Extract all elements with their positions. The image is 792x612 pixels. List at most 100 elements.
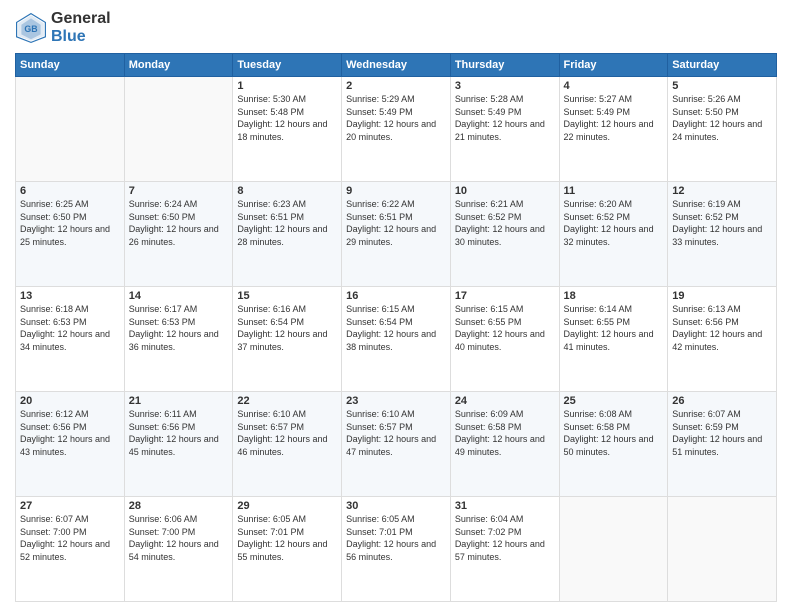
day-number: 2 xyxy=(346,80,446,92)
day-number: 4 xyxy=(564,80,664,92)
calendar-cell: 27Sunrise: 6:07 AM Sunset: 7:00 PM Dayli… xyxy=(16,497,125,602)
calendar-cell: 3Sunrise: 5:28 AM Sunset: 5:49 PM Daylig… xyxy=(450,77,559,182)
cell-info: Sunrise: 6:04 AM Sunset: 7:02 PM Dayligh… xyxy=(455,513,555,563)
day-number: 30 xyxy=(346,500,446,512)
logo-icon: GB xyxy=(15,12,47,44)
day-number: 8 xyxy=(237,185,337,197)
cell-info: Sunrise: 6:10 AM Sunset: 6:57 PM Dayligh… xyxy=(237,408,337,458)
calendar-cell: 28Sunrise: 6:06 AM Sunset: 7:00 PM Dayli… xyxy=(124,497,233,602)
calendar-cell: 20Sunrise: 6:12 AM Sunset: 6:56 PM Dayli… xyxy=(16,392,125,497)
calendar-cell: 7Sunrise: 6:24 AM Sunset: 6:50 PM Daylig… xyxy=(124,182,233,287)
calendar-cell: 10Sunrise: 6:21 AM Sunset: 6:52 PM Dayli… xyxy=(450,182,559,287)
logo: GB General Blue xyxy=(15,10,111,45)
day-number: 13 xyxy=(20,290,120,302)
day-number: 16 xyxy=(346,290,446,302)
cell-info: Sunrise: 6:20 AM Sunset: 6:52 PM Dayligh… xyxy=(564,198,664,248)
calendar-cell: 23Sunrise: 6:10 AM Sunset: 6:57 PM Dayli… xyxy=(342,392,451,497)
svg-text:GB: GB xyxy=(24,24,37,34)
cell-info: Sunrise: 6:13 AM Sunset: 6:56 PM Dayligh… xyxy=(672,303,772,353)
day-number: 23 xyxy=(346,395,446,407)
calendar-cell: 25Sunrise: 6:08 AM Sunset: 6:58 PM Dayli… xyxy=(559,392,668,497)
cell-info: Sunrise: 6:17 AM Sunset: 6:53 PM Dayligh… xyxy=(129,303,229,353)
cell-info: Sunrise: 6:19 AM Sunset: 6:52 PM Dayligh… xyxy=(672,198,772,248)
day-number: 6 xyxy=(20,185,120,197)
calendar-cell: 13Sunrise: 6:18 AM Sunset: 6:53 PM Dayli… xyxy=(16,287,125,392)
cell-info: Sunrise: 6:09 AM Sunset: 6:58 PM Dayligh… xyxy=(455,408,555,458)
cell-info: Sunrise: 6:05 AM Sunset: 7:01 PM Dayligh… xyxy=(346,513,446,563)
day-number: 1 xyxy=(237,80,337,92)
cell-info: Sunrise: 6:23 AM Sunset: 6:51 PM Dayligh… xyxy=(237,198,337,248)
day-number: 20 xyxy=(20,395,120,407)
cell-info: Sunrise: 6:12 AM Sunset: 6:56 PM Dayligh… xyxy=(20,408,120,458)
day-number: 26 xyxy=(672,395,772,407)
cell-info: Sunrise: 6:25 AM Sunset: 6:50 PM Dayligh… xyxy=(20,198,120,248)
day-number: 24 xyxy=(455,395,555,407)
day-number: 21 xyxy=(129,395,229,407)
calendar-day-header: Tuesday xyxy=(233,54,342,77)
day-number: 12 xyxy=(672,185,772,197)
day-number: 11 xyxy=(564,185,664,197)
cell-info: Sunrise: 6:16 AM Sunset: 6:54 PM Dayligh… xyxy=(237,303,337,353)
calendar-cell: 26Sunrise: 6:07 AM Sunset: 6:59 PM Dayli… xyxy=(668,392,777,497)
day-number: 27 xyxy=(20,500,120,512)
calendar-header-row: SundayMondayTuesdayWednesdayThursdayFrid… xyxy=(16,54,777,77)
cell-info: Sunrise: 6:24 AM Sunset: 6:50 PM Dayligh… xyxy=(129,198,229,248)
calendar-cell: 11Sunrise: 6:20 AM Sunset: 6:52 PM Dayli… xyxy=(559,182,668,287)
calendar-week-row: 1Sunrise: 5:30 AM Sunset: 5:48 PM Daylig… xyxy=(16,77,777,182)
cell-info: Sunrise: 6:14 AM Sunset: 6:55 PM Dayligh… xyxy=(564,303,664,353)
cell-info: Sunrise: 5:28 AM Sunset: 5:49 PM Dayligh… xyxy=(455,93,555,143)
calendar-cell: 29Sunrise: 6:05 AM Sunset: 7:01 PM Dayli… xyxy=(233,497,342,602)
calendar-cell: 4Sunrise: 5:27 AM Sunset: 5:49 PM Daylig… xyxy=(559,77,668,182)
calendar-cell: 6Sunrise: 6:25 AM Sunset: 6:50 PM Daylig… xyxy=(16,182,125,287)
cell-info: Sunrise: 6:22 AM Sunset: 6:51 PM Dayligh… xyxy=(346,198,446,248)
cell-info: Sunrise: 6:08 AM Sunset: 6:58 PM Dayligh… xyxy=(564,408,664,458)
cell-info: Sunrise: 6:11 AM Sunset: 6:56 PM Dayligh… xyxy=(129,408,229,458)
calendar-cell: 24Sunrise: 6:09 AM Sunset: 6:58 PM Dayli… xyxy=(450,392,559,497)
day-number: 18 xyxy=(564,290,664,302)
calendar-cell: 8Sunrise: 6:23 AM Sunset: 6:51 PM Daylig… xyxy=(233,182,342,287)
cell-info: Sunrise: 5:30 AM Sunset: 5:48 PM Dayligh… xyxy=(237,93,337,143)
cell-info: Sunrise: 6:15 AM Sunset: 6:55 PM Dayligh… xyxy=(455,303,555,353)
calendar-week-row: 20Sunrise: 6:12 AM Sunset: 6:56 PM Dayli… xyxy=(16,392,777,497)
day-number: 28 xyxy=(129,500,229,512)
calendar-cell: 2Sunrise: 5:29 AM Sunset: 5:49 PM Daylig… xyxy=(342,77,451,182)
header: GB General Blue xyxy=(15,10,777,45)
calendar-day-header: Thursday xyxy=(450,54,559,77)
calendar-cell: 22Sunrise: 6:10 AM Sunset: 6:57 PM Dayli… xyxy=(233,392,342,497)
calendar-cell: 21Sunrise: 6:11 AM Sunset: 6:56 PM Dayli… xyxy=(124,392,233,497)
cell-info: Sunrise: 6:06 AM Sunset: 7:00 PM Dayligh… xyxy=(129,513,229,563)
day-number: 25 xyxy=(564,395,664,407)
calendar-cell: 17Sunrise: 6:15 AM Sunset: 6:55 PM Dayli… xyxy=(450,287,559,392)
calendar-day-header: Wednesday xyxy=(342,54,451,77)
calendar-week-row: 27Sunrise: 6:07 AM Sunset: 7:00 PM Dayli… xyxy=(16,497,777,602)
calendar-cell: 16Sunrise: 6:15 AM Sunset: 6:54 PM Dayli… xyxy=(342,287,451,392)
page: GB General Blue SundayMondayTuesdayWedne… xyxy=(0,0,792,612)
calendar-cell: 12Sunrise: 6:19 AM Sunset: 6:52 PM Dayli… xyxy=(668,182,777,287)
day-number: 7 xyxy=(129,185,229,197)
cell-info: Sunrise: 6:05 AM Sunset: 7:01 PM Dayligh… xyxy=(237,513,337,563)
calendar-week-row: 13Sunrise: 6:18 AM Sunset: 6:53 PM Dayli… xyxy=(16,287,777,392)
calendar-cell: 30Sunrise: 6:05 AM Sunset: 7:01 PM Dayli… xyxy=(342,497,451,602)
day-number: 31 xyxy=(455,500,555,512)
calendar-cell: 18Sunrise: 6:14 AM Sunset: 6:55 PM Dayli… xyxy=(559,287,668,392)
day-number: 19 xyxy=(672,290,772,302)
cell-info: Sunrise: 5:29 AM Sunset: 5:49 PM Dayligh… xyxy=(346,93,446,143)
day-number: 14 xyxy=(129,290,229,302)
cell-info: Sunrise: 6:07 AM Sunset: 6:59 PM Dayligh… xyxy=(672,408,772,458)
calendar-cell: 14Sunrise: 6:17 AM Sunset: 6:53 PM Dayli… xyxy=(124,287,233,392)
cell-info: Sunrise: 6:21 AM Sunset: 6:52 PM Dayligh… xyxy=(455,198,555,248)
day-number: 22 xyxy=(237,395,337,407)
day-number: 10 xyxy=(455,185,555,197)
day-number: 17 xyxy=(455,290,555,302)
calendar-cell: 19Sunrise: 6:13 AM Sunset: 6:56 PM Dayli… xyxy=(668,287,777,392)
calendar-cell xyxy=(668,497,777,602)
calendar-day-header: Friday xyxy=(559,54,668,77)
calendar-day-header: Sunday xyxy=(16,54,125,77)
day-number: 3 xyxy=(455,80,555,92)
calendar-cell xyxy=(16,77,125,182)
calendar-cell: 15Sunrise: 6:16 AM Sunset: 6:54 PM Dayli… xyxy=(233,287,342,392)
cell-info: Sunrise: 6:15 AM Sunset: 6:54 PM Dayligh… xyxy=(346,303,446,353)
cell-info: Sunrise: 6:07 AM Sunset: 7:00 PM Dayligh… xyxy=(20,513,120,563)
logo-text: General Blue xyxy=(51,10,111,45)
cell-info: Sunrise: 6:18 AM Sunset: 6:53 PM Dayligh… xyxy=(20,303,120,353)
